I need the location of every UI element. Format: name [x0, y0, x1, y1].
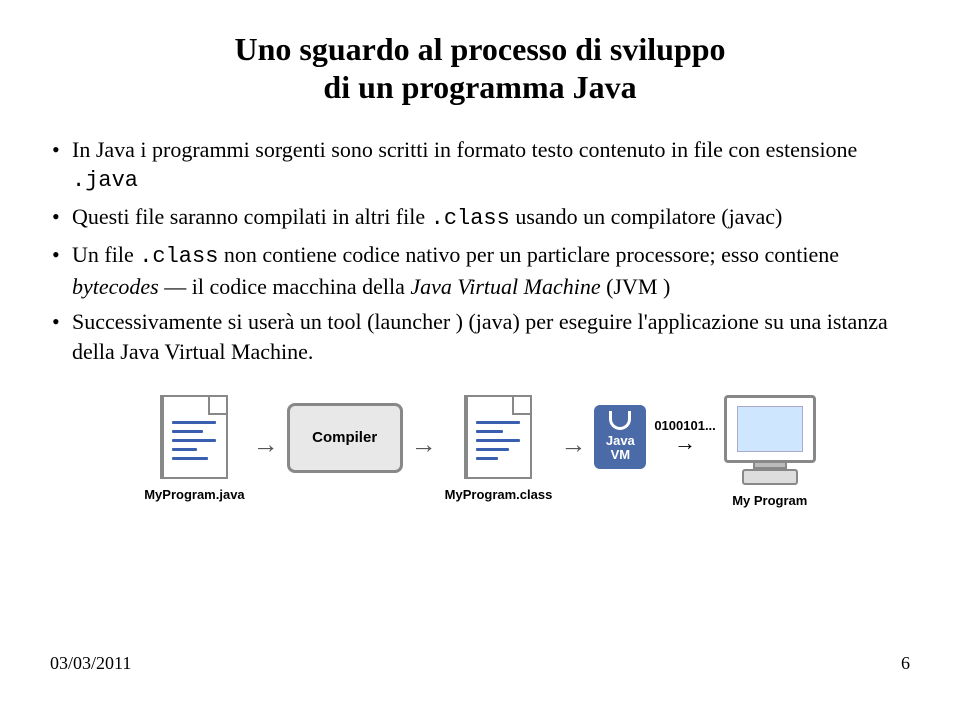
- slide-title: Uno sguardo al processo di sviluppo di u…: [50, 30, 910, 107]
- bullet-4: Successivamente si userà un tool (launch…: [50, 307, 910, 366]
- class-file-icon: MyProgram.class: [445, 395, 553, 502]
- compiler-icon: Compiler: [287, 395, 403, 473]
- computer-label: My Program: [732, 493, 807, 508]
- bullet-list: In Java i programmi sorgenti sono scritt…: [50, 135, 910, 367]
- class-file-label: MyProgram.class: [445, 487, 553, 502]
- process-diagram: MyProgram.java → Compiler → MyProgram.cl…: [50, 395, 910, 508]
- footer-date: 03/03/2011: [50, 653, 131, 674]
- bits-arrow: 0100101... →: [654, 419, 715, 454]
- bullet-3: Un file .class non contiene codice nativ…: [50, 240, 910, 301]
- title-line1: Uno sguardo al processo di sviluppo: [50, 30, 910, 68]
- arrow-icon: →: [253, 429, 279, 460]
- bullet-1: In Java i programmi sorgenti sono scritt…: [50, 135, 910, 196]
- source-file-icon: MyProgram.java: [144, 395, 244, 502]
- slide-footer: 03/03/2011 6: [50, 653, 910, 674]
- source-file-label: MyProgram.java: [144, 487, 244, 502]
- arrow-icon: →: [560, 429, 586, 460]
- compiler-label: Compiler: [287, 403, 403, 473]
- bullet-2: Questi file saranno compilati in altri f…: [50, 202, 910, 234]
- computer-icon: My Program: [724, 395, 816, 508]
- title-line2: di un programma Java: [50, 68, 910, 106]
- footer-page: 6: [901, 653, 910, 674]
- jvm-icon: Java VM: [594, 395, 646, 469]
- arrow-icon: →: [411, 429, 437, 460]
